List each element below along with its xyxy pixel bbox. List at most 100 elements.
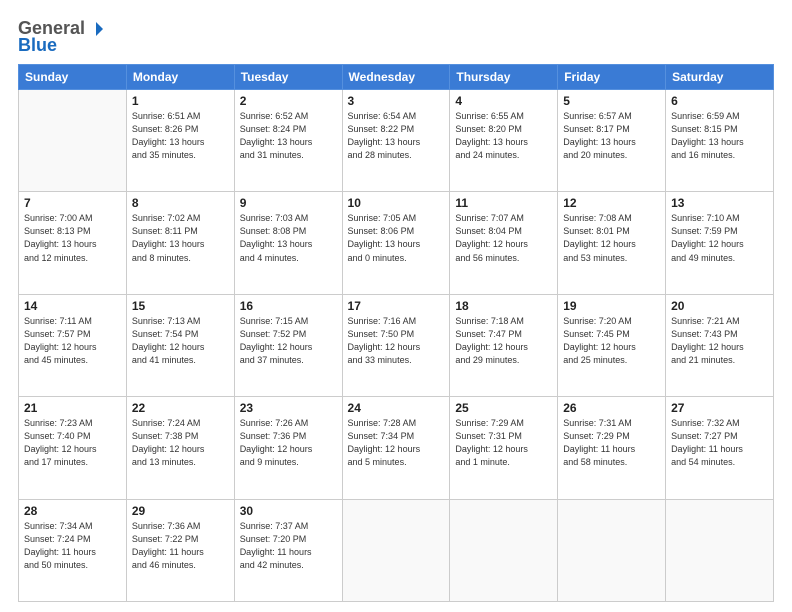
day-info: Sunrise: 7:07 AM Sunset: 8:04 PM Dayligh… xyxy=(455,212,552,264)
week-row-1: 1 Sunrise: 6:51 AM Sunset: 8:26 PM Daylig… xyxy=(19,90,774,192)
day-number: 16 xyxy=(240,299,337,313)
day-number: 2 xyxy=(240,94,337,108)
day-number: 17 xyxy=(348,299,445,313)
day-number: 24 xyxy=(348,401,445,415)
calendar-cell: 24Sunrise: 7:28 AM Sunset: 7:34 PM Dayli… xyxy=(342,397,450,499)
day-number: 3 xyxy=(348,94,445,108)
day-info: Sunrise: 7:11 AM Sunset: 7:57 PM Dayligh… xyxy=(24,315,121,367)
calendar-cell: 10 Sunrise: 7:05 AM Sunset: 8:06 PM Dayli… xyxy=(342,192,450,294)
day-info: Sunrise: 6:52 AM Sunset: 8:24 PM Dayligh… xyxy=(240,110,337,162)
day-number: 10 xyxy=(348,196,445,210)
calendar-cell xyxy=(19,90,127,192)
day-number: 4 xyxy=(455,94,552,108)
calendar-table: Sunday Monday Tuesday Wednesday Thursday… xyxy=(18,64,774,602)
day-info: Sunrise: 7:10 AM Sunset: 7:59 PM Dayligh… xyxy=(671,212,768,264)
day-info: Sunrise: 7:36 AM Sunset: 7:22 PM Dayligh… xyxy=(132,520,229,572)
day-info: Sunrise: 7:13 AM Sunset: 7:54 PM Dayligh… xyxy=(132,315,229,367)
day-info: Sunrise: 7:03 AM Sunset: 8:08 PM Dayligh… xyxy=(240,212,337,264)
day-info: Sunrise: 7:18 AM Sunset: 7:47 PM Dayligh… xyxy=(455,315,552,367)
week-row-2: 7Sunrise: 7:00 AM Sunset: 8:13 PM Daylig… xyxy=(19,192,774,294)
header-friday: Friday xyxy=(558,65,666,90)
day-number: 18 xyxy=(455,299,552,313)
calendar-cell: 9 Sunrise: 7:03 AM Sunset: 8:08 PM Daylig… xyxy=(234,192,342,294)
day-info: Sunrise: 6:54 AM Sunset: 8:22 PM Dayligh… xyxy=(348,110,445,162)
day-number: 15 xyxy=(132,299,229,313)
calendar-cell: 12 Sunrise: 7:08 AM Sunset: 8:01 PM Dayli… xyxy=(558,192,666,294)
calendar-cell: 23 Sunrise: 7:26 AM Sunset: 7:36 PM Dayli… xyxy=(234,397,342,499)
day-info: Sunrise: 7:26 AM Sunset: 7:36 PM Dayligh… xyxy=(240,417,337,469)
day-number: 22 xyxy=(132,401,229,415)
day-info: Sunrise: 7:23 AM Sunset: 7:40 PM Dayligh… xyxy=(24,417,121,469)
day-info: Sunrise: 7:15 AM Sunset: 7:52 PM Dayligh… xyxy=(240,315,337,367)
calendar-cell: 26 Sunrise: 7:31 AM Sunset: 7:29 PM Dayli… xyxy=(558,397,666,499)
day-number: 7 xyxy=(24,196,121,210)
header-tuesday: Tuesday xyxy=(234,65,342,90)
page: General Blue Sunday Monday Tuesday Wedne… xyxy=(0,0,792,612)
day-info: Sunrise: 6:55 AM Sunset: 8:20 PM Dayligh… xyxy=(455,110,552,162)
calendar-cell: 6 Sunrise: 6:59 AM Sunset: 8:15 PM Daylig… xyxy=(666,90,774,192)
header-saturday: Saturday xyxy=(666,65,774,90)
day-info: Sunrise: 7:31 AM Sunset: 7:29 PM Dayligh… xyxy=(563,417,660,469)
day-info: Sunrise: 6:57 AM Sunset: 8:17 PM Dayligh… xyxy=(563,110,660,162)
day-number: 14 xyxy=(24,299,121,313)
day-number: 19 xyxy=(563,299,660,313)
day-number: 8 xyxy=(132,196,229,210)
day-info: Sunrise: 7:21 AM Sunset: 7:43 PM Dayligh… xyxy=(671,315,768,367)
logo: General Blue xyxy=(18,18,105,56)
day-number: 28 xyxy=(24,504,121,518)
calendar-cell: 7Sunrise: 7:00 AM Sunset: 8:13 PM Daylig… xyxy=(19,192,127,294)
calendar-cell: 4 Sunrise: 6:55 AM Sunset: 8:20 PM Daylig… xyxy=(450,90,558,192)
day-number: 25 xyxy=(455,401,552,415)
day-info: Sunrise: 7:16 AM Sunset: 7:50 PM Dayligh… xyxy=(348,315,445,367)
calendar-cell: 17 Sunrise: 7:16 AM Sunset: 7:50 PM Dayli… xyxy=(342,294,450,396)
calendar-cell xyxy=(558,499,666,601)
calendar-cell: 19 Sunrise: 7:20 AM Sunset: 7:45 PM Dayli… xyxy=(558,294,666,396)
calendar-cell: 5 Sunrise: 6:57 AM Sunset: 8:17 PM Daylig… xyxy=(558,90,666,192)
week-row-4: 21 Sunrise: 7:23 AM Sunset: 7:40 PM Dayli… xyxy=(19,397,774,499)
calendar-cell: 27Sunrise: 7:32 AM Sunset: 7:27 PM Dayli… xyxy=(666,397,774,499)
logo-blue: Blue xyxy=(18,35,57,56)
header-wednesday: Wednesday xyxy=(342,65,450,90)
calendar-cell xyxy=(450,499,558,601)
calendar-cell: 16 Sunrise: 7:15 AM Sunset: 7:52 PM Dayli… xyxy=(234,294,342,396)
calendar-cell: 3 Sunrise: 6:54 AM Sunset: 8:22 PM Daylig… xyxy=(342,90,450,192)
logo-flag-icon xyxy=(87,20,105,38)
calendar-cell: 11 Sunrise: 7:07 AM Sunset: 8:04 PM Dayli… xyxy=(450,192,558,294)
day-number: 11 xyxy=(455,196,552,210)
week-row-5: 28 Sunrise: 7:34 AM Sunset: 7:24 PM Dayli… xyxy=(19,499,774,601)
day-number: 1 xyxy=(132,94,229,108)
calendar-cell: 29 Sunrise: 7:36 AM Sunset: 7:22 PM Dayli… xyxy=(126,499,234,601)
day-number: 23 xyxy=(240,401,337,415)
day-number: 21 xyxy=(24,401,121,415)
calendar-cell: 18 Sunrise: 7:18 AM Sunset: 7:47 PM Dayli… xyxy=(450,294,558,396)
day-number: 29 xyxy=(132,504,229,518)
calendar-cell: 22 Sunrise: 7:24 AM Sunset: 7:38 PM Dayli… xyxy=(126,397,234,499)
day-number: 9 xyxy=(240,196,337,210)
calendar-cell: 21 Sunrise: 7:23 AM Sunset: 7:40 PM Dayli… xyxy=(19,397,127,499)
header-monday: Monday xyxy=(126,65,234,90)
day-number: 12 xyxy=(563,196,660,210)
day-number: 13 xyxy=(671,196,768,210)
day-number: 6 xyxy=(671,94,768,108)
day-number: 26 xyxy=(563,401,660,415)
day-info: Sunrise: 6:51 AM Sunset: 8:26 PM Dayligh… xyxy=(132,110,229,162)
day-info: Sunrise: 7:34 AM Sunset: 7:24 PM Dayligh… xyxy=(24,520,121,572)
day-info: Sunrise: 7:24 AM Sunset: 7:38 PM Dayligh… xyxy=(132,417,229,469)
calendar-cell xyxy=(666,499,774,601)
day-info: Sunrise: 7:20 AM Sunset: 7:45 PM Dayligh… xyxy=(563,315,660,367)
day-info: Sunrise: 6:59 AM Sunset: 8:15 PM Dayligh… xyxy=(671,110,768,162)
day-info: Sunrise: 7:05 AM Sunset: 8:06 PM Dayligh… xyxy=(348,212,445,264)
day-info: Sunrise: 7:08 AM Sunset: 8:01 PM Dayligh… xyxy=(563,212,660,264)
calendar-cell: 14 Sunrise: 7:11 AM Sunset: 7:57 PM Dayli… xyxy=(19,294,127,396)
day-number: 30 xyxy=(240,504,337,518)
day-number: 20 xyxy=(671,299,768,313)
calendar-cell: 20 Sunrise: 7:21 AM Sunset: 7:43 PM Dayli… xyxy=(666,294,774,396)
day-number: 27 xyxy=(671,401,768,415)
calendar-cell: 15 Sunrise: 7:13 AM Sunset: 7:54 PM Dayli… xyxy=(126,294,234,396)
header-sunday: Sunday xyxy=(19,65,127,90)
day-info: Sunrise: 7:37 AM Sunset: 7:20 PM Dayligh… xyxy=(240,520,337,572)
calendar-cell: 28 Sunrise: 7:34 AM Sunset: 7:24 PM Dayli… xyxy=(19,499,127,601)
day-number: 5 xyxy=(563,94,660,108)
week-row-3: 14 Sunrise: 7:11 AM Sunset: 7:57 PM Dayli… xyxy=(19,294,774,396)
calendar-cell: 30 Sunrise: 7:37 AM Sunset: 7:20 PM Dayli… xyxy=(234,499,342,601)
